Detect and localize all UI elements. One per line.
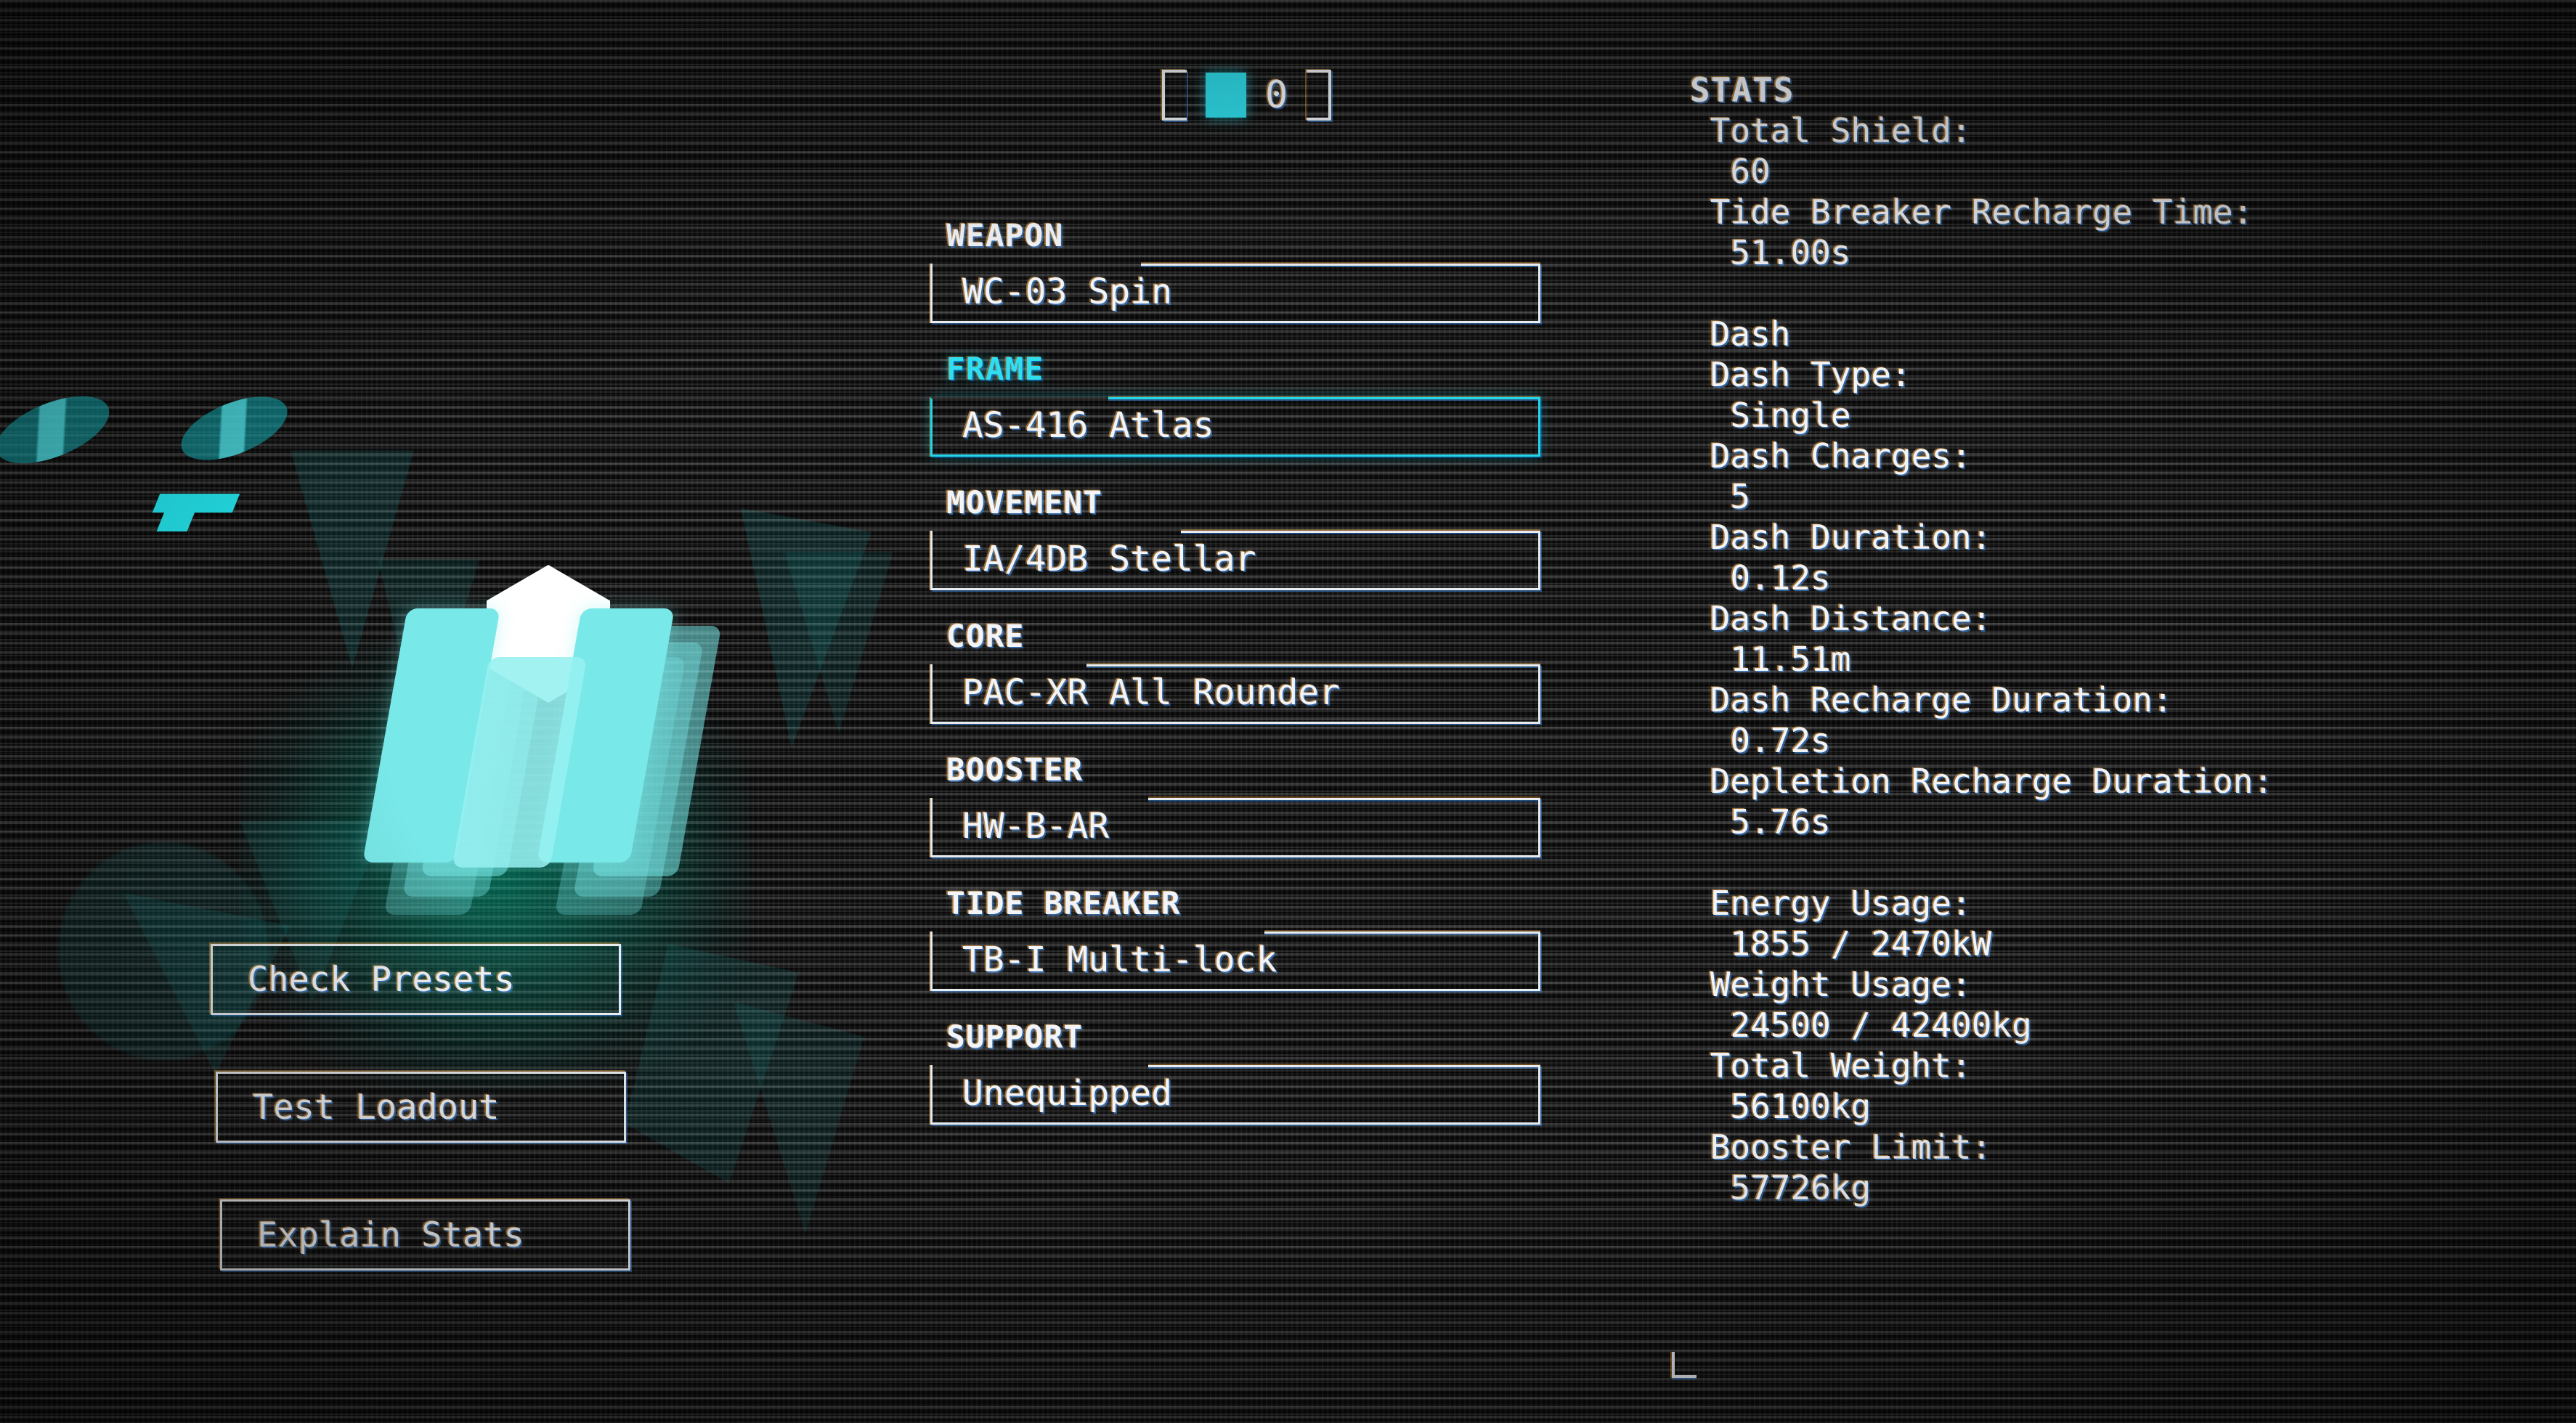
- stats-line-label: Dash Distance:: [1690, 599, 1992, 638]
- check-presets-button[interactable]: Check Presets: [211, 944, 621, 1015]
- bracket-left-icon: [1162, 70, 1187, 121]
- stats-line-value: 24500 / 42400kg: [1690, 1006, 2032, 1045]
- loadout-slot-frame[interactable]: FRAME AS-416 Atlas: [930, 351, 1540, 457]
- stats-line-label: Booster Limit:: [1690, 1128, 1992, 1167]
- stats-panel: STATS Total Shield: 60 Tide Breaker Rech…: [1690, 70, 2273, 1208]
- stats-line-gap: [1690, 842, 2273, 883]
- item-counter[interactable]: 0: [1162, 70, 1332, 121]
- test-loadout-label: Test Loadout: [253, 1087, 500, 1128]
- counter-value: 0: [1265, 73, 1288, 117]
- slot-value-tide-breaker: TB-I Multi-lock: [962, 939, 1277, 980]
- slot-label-weapon: WEAPON: [946, 218, 1064, 254]
- slot-label-booster: BOOSTER: [946, 752, 1084, 788]
- slot-label-tide-breaker: TIDE BREAKER: [946, 886, 1181, 922]
- loadout-slot-weapon[interactable]: WEAPON WC-03 Spin: [930, 218, 1540, 323]
- stats-line-label: Depletion Recharge Duration:: [1690, 762, 2274, 801]
- stats-line-value: 1855 / 2470kW: [1690, 924, 1992, 963]
- loadout-slot-booster[interactable]: BOOSTER HW-B-AR: [930, 752, 1540, 857]
- check-presets-label: Check Presets: [248, 959, 515, 1000]
- stats-line-label: Tide Breaker Recharge Time:: [1690, 192, 2254, 232]
- slot-value-movement: IA/4DB Stellar: [962, 539, 1256, 579]
- stats-line-gap: [1690, 273, 2273, 314]
- slot-label-frame: FRAME: [946, 351, 1044, 388]
- decor-capsule: [172, 383, 296, 473]
- slot-label-core: CORE: [946, 619, 1025, 655]
- stats-line-label: Dash Recharge Duration:: [1690, 680, 2173, 719]
- stats-line-list: Total Shield: 60 Tide Breaker Recharge T…: [1690, 110, 2273, 1208]
- stats-line-label: Energy Usage:: [1690, 884, 1972, 923]
- stats-line-label: Dash Type:: [1690, 355, 1911, 394]
- stats-line-label: Total Shield:: [1690, 111, 1972, 150]
- loadout-slot-support[interactable]: SUPPORT Unequipped: [930, 1019, 1540, 1125]
- stats-panel-corner-bracket: [1672, 1352, 1697, 1378]
- stats-panel-title: STATS: [1690, 70, 1795, 110]
- stats-line-value: 0.12s: [1690, 558, 1831, 598]
- loadout-slot-list: WEAPON WC-03 Spin FRAME AS-416 Atlas MOV…: [930, 218, 1540, 1153]
- game-screen: Check Presets Test Loadout Explain Stats…: [0, 0, 2576, 1423]
- loadout-slot-movement[interactable]: MOVEMENT IA/4DB Stellar: [930, 485, 1540, 590]
- stats-line-value: 5: [1690, 477, 1751, 516]
- stats-line-group: Dash: [1690, 314, 1791, 354]
- stats-line-label: Dash Charges:: [1690, 436, 1972, 476]
- cyan-cube-icon: [1206, 73, 1246, 118]
- stats-line-value: 11.51m: [1690, 640, 1851, 679]
- loadout-slot-core[interactable]: CORE PAC-XR All Rounder: [930, 619, 1540, 724]
- slot-value-frame: AS-416 Atlas: [962, 405, 1214, 446]
- explain-stats-label: Explain Stats: [257, 1215, 524, 1255]
- slot-value-core: PAC-XR All Rounder: [962, 672, 1341, 713]
- stats-line-value: Single: [1690, 396, 1851, 435]
- slot-value-booster: HW-B-AR: [962, 806, 1110, 847]
- stats-line-value: 5.76s: [1690, 802, 1831, 841]
- slot-label-support: SUPPORT: [946, 1019, 1084, 1056]
- action-button-group: Check Presets Test Loadout Explain Stats: [0, 944, 799, 1327]
- slot-value-weapon: WC-03 Spin: [962, 272, 1172, 312]
- stats-line-value: 57726kg: [1690, 1168, 1872, 1207]
- explain-stats-button[interactable]: Explain Stats: [220, 1199, 630, 1271]
- stats-line-value: 51.00s: [1690, 233, 1851, 272]
- slot-label-movement: MOVEMENT: [946, 485, 1103, 521]
- decor-capsule: [0, 382, 118, 478]
- stats-line-label: Dash Duration:: [1690, 518, 1992, 557]
- stats-line-label: Weight Usage:: [1690, 965, 1972, 1004]
- stats-line-value: 56100kg: [1690, 1087, 1872, 1126]
- bracket-right-icon: [1307, 70, 1332, 121]
- loadout-slot-tide-breaker[interactable]: TIDE BREAKER TB-I Multi-lock: [930, 886, 1540, 991]
- slot-value-support: Unequipped: [962, 1073, 1172, 1114]
- stats-line-value: 60: [1690, 152, 1771, 191]
- test-loadout-button[interactable]: Test Loadout: [216, 1072, 626, 1143]
- stats-line-value: 0.72s: [1690, 721, 1831, 760]
- stats-line-label: Total Weight:: [1690, 1046, 1972, 1085]
